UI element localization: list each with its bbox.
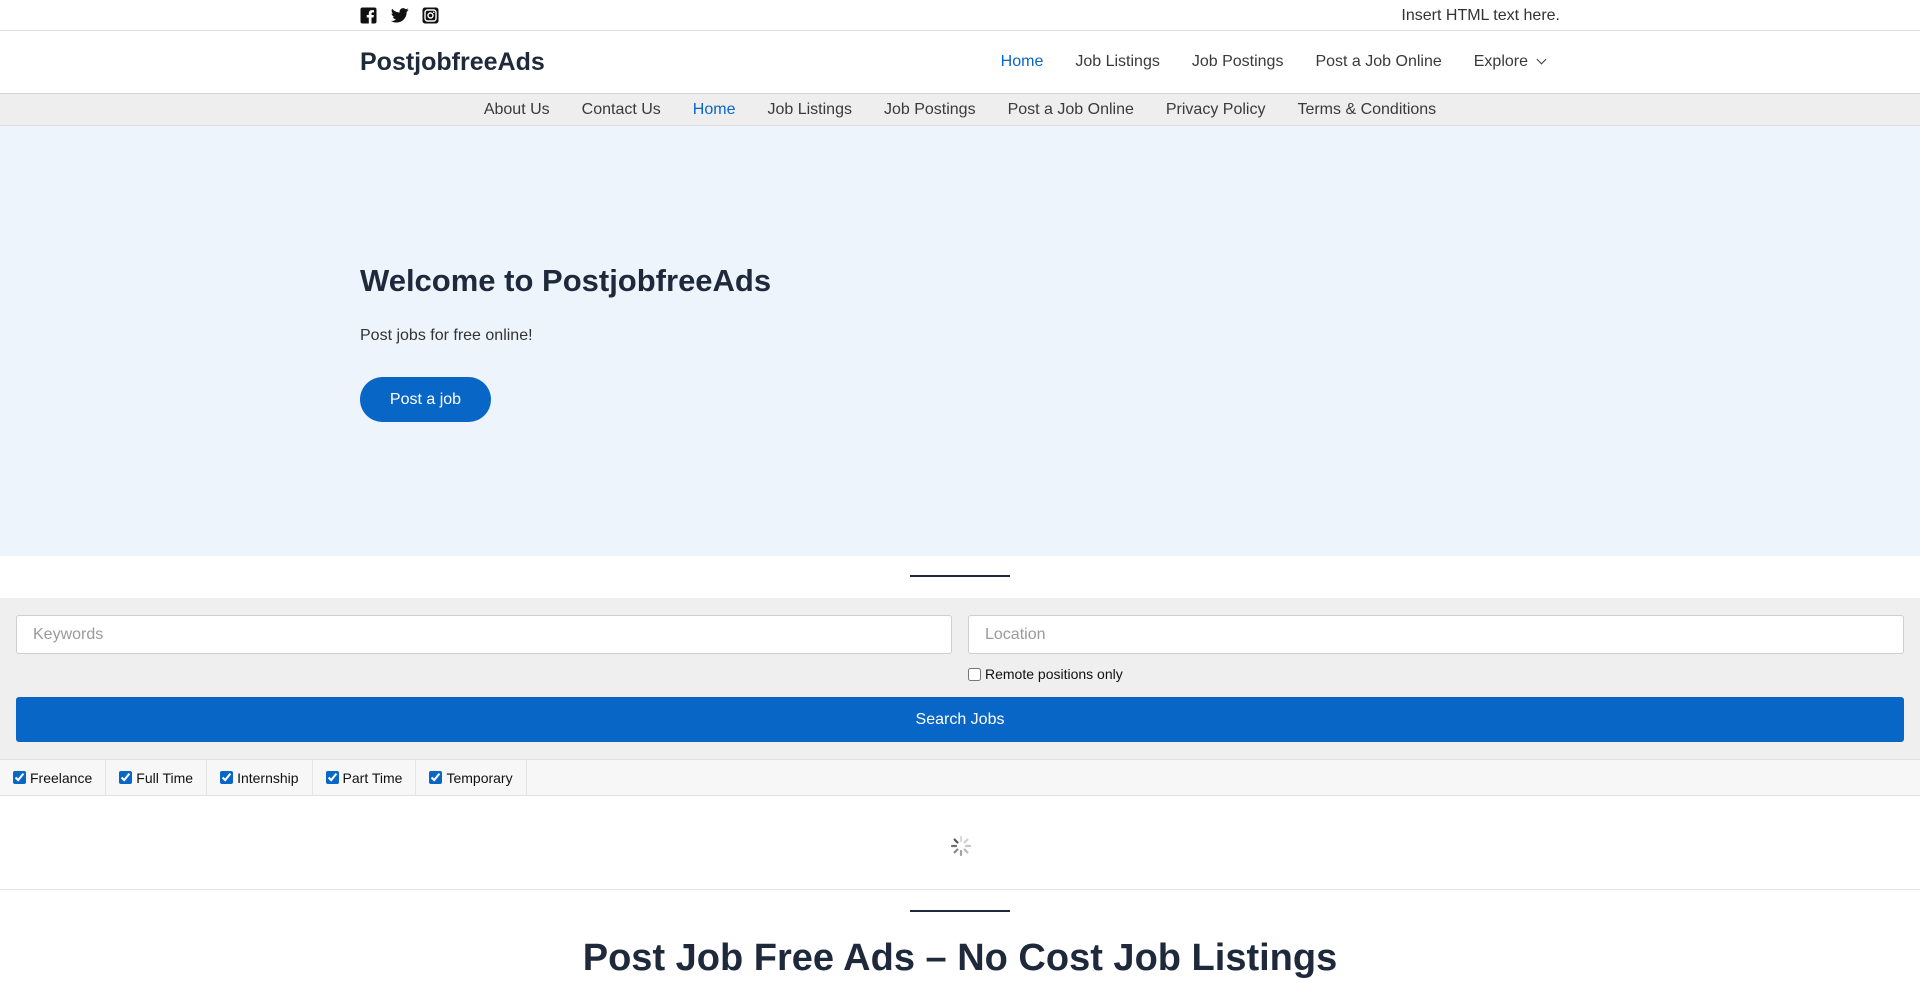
job-type-full-time[interactable]: Full Time bbox=[106, 760, 208, 795]
section-divider bbox=[910, 910, 1010, 912]
job-type-filters: Freelance Full Time Internship Part Time… bbox=[0, 759, 1920, 796]
keywords-input[interactable] bbox=[16, 615, 952, 654]
nav-home[interactable]: Home bbox=[1001, 53, 1044, 71]
loading-spinner-icon bbox=[950, 835, 972, 857]
instagram-icon[interactable] bbox=[422, 7, 439, 24]
subnav-about-us[interactable]: About Us bbox=[484, 101, 550, 125]
hero-title: Welcome to PostjobfreeAds bbox=[360, 263, 772, 298]
subnav-terms-conditions[interactable]: Terms & Conditions bbox=[1297, 101, 1436, 125]
facebook-icon[interactable] bbox=[360, 7, 377, 24]
nav-post-a-job-online[interactable]: Post a Job Online bbox=[1315, 53, 1441, 71]
subnav-privacy-policy[interactable]: Privacy Policy bbox=[1166, 101, 1266, 125]
subnav-job-listings[interactable]: Job Listings bbox=[767, 101, 852, 125]
subnav-contact-us[interactable]: Contact Us bbox=[582, 101, 661, 125]
job-type-temporary[interactable]: Temporary bbox=[416, 760, 527, 795]
chevron-down-icon bbox=[1536, 54, 1547, 65]
nav-explore[interactable]: Explore bbox=[1473, 53, 1547, 71]
subnav-post-a-job-online[interactable]: Post a Job Online bbox=[1008, 101, 1134, 125]
section-divider bbox=[910, 575, 1010, 577]
job-type-label: Temporary bbox=[446, 769, 513, 786]
hero-section: Welcome to PostjobfreeAds Post jobs for … bbox=[0, 126, 1920, 556]
subnav-job-postings[interactable]: Job Postings bbox=[884, 101, 976, 125]
job-type-checkbox[interactable] bbox=[429, 771, 443, 784]
nav-job-postings[interactable]: Job Postings bbox=[1192, 53, 1284, 71]
subnav-home[interactable]: Home bbox=[693, 101, 736, 125]
listings-separator bbox=[0, 889, 1920, 890]
section-title: Post Job Free Ads – No Cost Job Listings bbox=[582, 937, 1338, 979]
remote-only-option[interactable]: Remote positions only bbox=[968, 666, 1123, 682]
job-type-checkbox[interactable] bbox=[220, 771, 234, 784]
remote-only-label: Remote positions only bbox=[985, 666, 1123, 682]
job-type-label: Part Time bbox=[342, 769, 403, 786]
site-header: PostjobfreeAds Home Job Listings Job Pos… bbox=[0, 31, 1920, 94]
top-bar: Insert HTML text here. bbox=[0, 0, 1920, 31]
job-type-internship[interactable]: Internship bbox=[207, 760, 313, 795]
topbar-text: Insert HTML text here. bbox=[1401, 7, 1560, 24]
job-type-freelance[interactable]: Freelance bbox=[0, 760, 107, 795]
job-search-form: Remote positions only Search Jobs bbox=[0, 598, 1920, 759]
twitter-icon[interactable] bbox=[390, 7, 409, 24]
nav-job-listings[interactable]: Job Listings bbox=[1075, 53, 1160, 71]
social-links bbox=[360, 7, 439, 24]
main-nav: Home Job Listings Job Postings Post a Jo… bbox=[1001, 53, 1547, 71]
secondary-nav: About Us Contact Us Home Job Listings Jo… bbox=[0, 94, 1920, 126]
job-type-part-time[interactable]: Part Time bbox=[313, 760, 417, 795]
job-type-checkbox[interactable] bbox=[119, 771, 133, 784]
job-type-label: Full Time bbox=[136, 769, 194, 786]
job-type-label: Internship bbox=[237, 769, 299, 786]
post-a-job-button[interactable]: Post a job bbox=[360, 377, 491, 422]
job-type-checkbox[interactable] bbox=[325, 771, 339, 784]
job-type-label: Freelance bbox=[30, 769, 93, 786]
nav-explore-label: Explore bbox=[1473, 53, 1528, 70]
hero-subtitle: Post jobs for free online! bbox=[360, 327, 533, 344]
location-input[interactable] bbox=[968, 615, 1904, 654]
search-jobs-button[interactable]: Search Jobs bbox=[16, 697, 1904, 742]
site-logo[interactable]: PostjobfreeAds bbox=[360, 48, 545, 77]
job-type-checkbox[interactable] bbox=[13, 771, 26, 784]
remote-only-checkbox[interactable] bbox=[968, 667, 981, 681]
